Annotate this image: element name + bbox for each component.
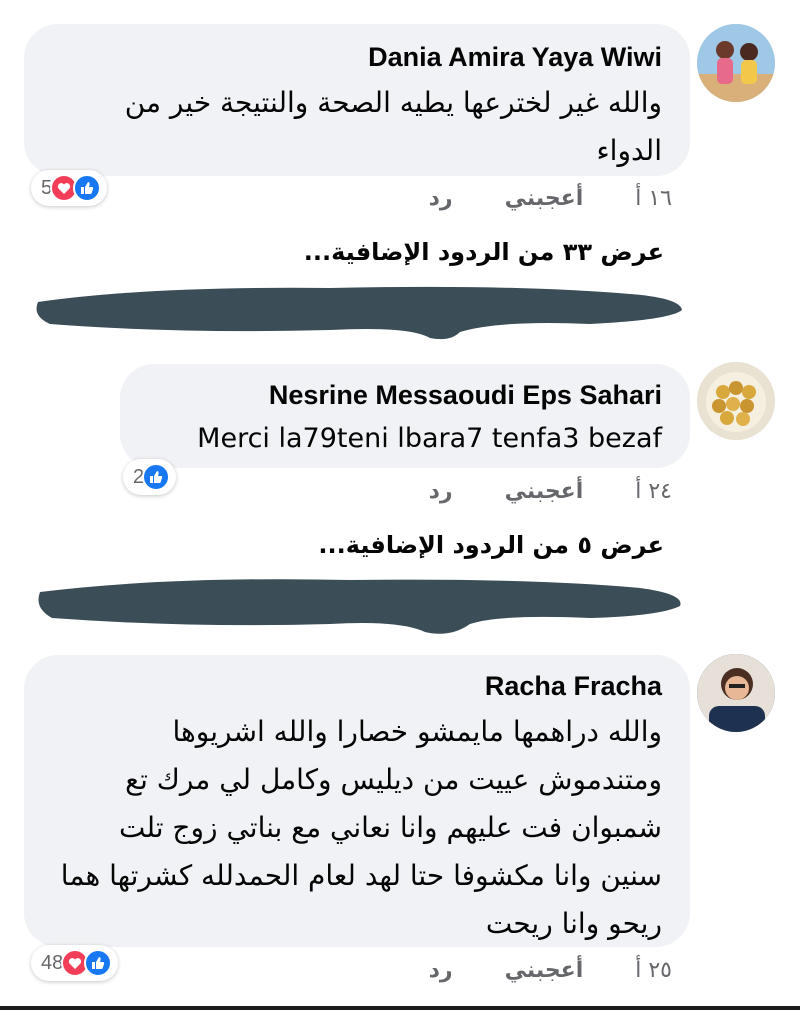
comment-bubble: Nesrine Messaoudi Eps Sahari Merci la79t… [120, 364, 690, 468]
reaction-count: 48 [41, 951, 64, 974]
like-reaction-icon [142, 463, 171, 491]
avatar[interactable] [697, 362, 775, 440]
reply-button[interactable]: رد [429, 186, 453, 211]
avatar-image [697, 24, 775, 102]
comment-text: Merci la79teni lbara7 tenfa3 bezaf [197, 423, 662, 454]
comment-bubble: Dania Amira Yaya Wiwi والله غير لخترعها … [24, 24, 690, 176]
comment-author[interactable]: Racha Fracha [52, 671, 662, 702]
comment-author[interactable]: Nesrine Messaoudi Eps Sahari [148, 380, 662, 411]
view-more-replies-link[interactable]: عرض ٥ من الردود الإضافية... [318, 531, 664, 559]
redaction-scribble [36, 286, 682, 340]
comment-bubble: Racha Fracha والله دراهمها مايمشو خصارا … [24, 655, 690, 947]
redaction-scribble [38, 579, 681, 634]
like-button[interactable]: أعجبني [505, 186, 584, 211]
reaction-summary[interactable]: 48 [31, 945, 119, 981]
comment-text: والله غير لخترعها يطيه الصحة والنتيجة خي… [124, 86, 662, 167]
comment-time[interactable]: ٢٥ أ [635, 958, 672, 983]
comment-text: والله دراهمها مايمشو خصارا والله اشريوها… [60, 715, 662, 940]
comment-actions: ٢٤ أ أعجبني رد [429, 479, 672, 504]
like-reaction-icon [84, 949, 113, 977]
reaction-summary[interactable]: 2 [123, 459, 177, 495]
bottom-divider [0, 1006, 800, 1010]
comment-time[interactable]: ١٦ أ [635, 186, 672, 211]
like-reaction-icon [73, 174, 102, 202]
avatar[interactable] [697, 654, 775, 732]
view-more-replies-link[interactable]: عرض ٣٣ من الردود الإضافية... [304, 238, 664, 266]
comment-author[interactable]: Dania Amira Yaya Wiwi [52, 42, 662, 73]
reply-button[interactable]: رد [429, 479, 453, 504]
comment-time[interactable]: ٢٤ أ [635, 479, 672, 504]
avatar[interactable] [697, 24, 775, 102]
comment-actions: ٢٥ أ أعجبني رد [429, 958, 672, 983]
like-button[interactable]: أعجبني [505, 958, 584, 983]
like-button[interactable]: أعجبني [505, 479, 584, 504]
reply-button[interactable]: رد [429, 958, 453, 983]
reaction-summary[interactable]: 5 [31, 170, 108, 206]
comment-actions: ١٦ أ أعجبني رد [429, 186, 672, 211]
avatar-image [697, 362, 775, 440]
avatar-image [697, 654, 775, 732]
